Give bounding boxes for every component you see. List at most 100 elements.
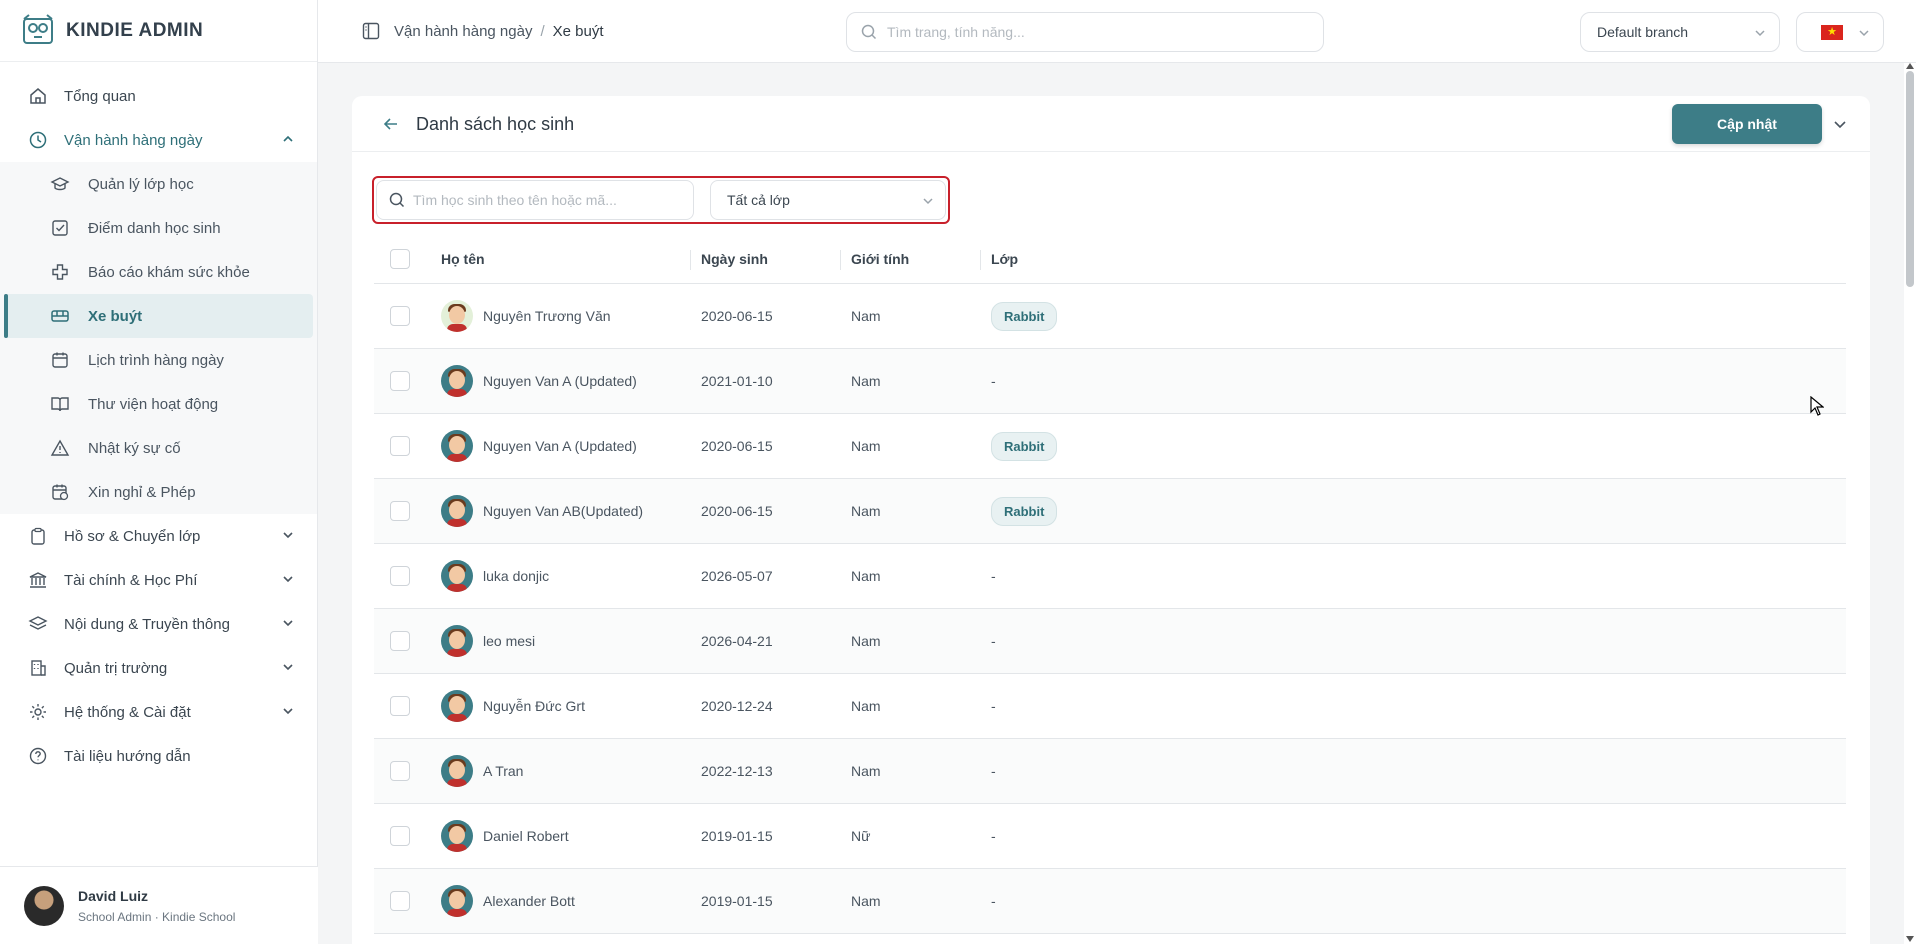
sidebar-item-label: Thư viện hoạt động	[88, 395, 219, 413]
column-header-class[interactable]: Lớp	[991, 251, 1191, 267]
sidebar-item-leave-requests[interactable]: Xin nghỉ & Phép	[0, 470, 317, 514]
table-row[interactable]: Alexander Bott 2019-01-15 Nam -	[374, 869, 1846, 934]
sidebar-item-label: Lịch trình hàng ngày	[88, 351, 224, 369]
student-search[interactable]	[376, 180, 694, 220]
chevron-down-icon	[923, 198, 933, 205]
row-checkbox[interactable]	[390, 696, 410, 716]
student-dob: 2020-12-24	[701, 698, 773, 714]
row-checkbox[interactable]	[390, 761, 410, 781]
student-name: Nguyen Van AB(Updated)	[483, 503, 644, 519]
row-checkbox[interactable]	[390, 891, 410, 911]
class-empty: -	[991, 828, 996, 844]
sidebar-item-content-media[interactable]: Nội dung & Truyền thông	[0, 602, 317, 646]
scroll-up-arrow-icon[interactable]	[1906, 63, 1914, 69]
sidebar-item-label: Quản lý lớp học	[88, 175, 194, 193]
class-empty: -	[991, 893, 996, 909]
sidebar-item-records-transfer[interactable]: Hồ sơ & Chuyển lớp	[0, 514, 317, 558]
table-row[interactable]: Nguyên Trương Văn 2020-06-15 Nam Rabbit	[374, 284, 1846, 349]
user-profile[interactable]: David Luiz School Admin · Kindie School	[0, 866, 318, 944]
table-row[interactable]: A Tran 2022-12-13 Nam -	[374, 739, 1846, 804]
scroll-down-arrow-icon[interactable]	[1906, 936, 1914, 942]
class-empty: -	[991, 633, 996, 649]
sidebar-item-attendance[interactable]: Điểm danh học sinh	[0, 206, 317, 250]
table-row[interactable]: Nguyễn Đức Grt 2020-12-24 Nam -	[374, 674, 1846, 739]
sidebar-toggle-icon[interactable]	[362, 22, 380, 40]
sidebar-item-system-settings[interactable]: Hệ thống & Cài đặt	[0, 690, 317, 734]
student-dob: 2019-01-15	[701, 828, 773, 844]
table-row[interactable]: Nguyen Van AB(Updated) 2020-06-15 Nam Rabbi…	[374, 479, 1846, 544]
global-search[interactable]	[846, 12, 1324, 52]
class-filter-select[interactable]: Tất cả lớp	[710, 180, 946, 220]
table-row[interactable]: luka donjic 2026-05-07 Nam -	[374, 544, 1846, 609]
table-row[interactable]: Nguyen Van A (Updated) 2021-01-10 Nam -	[374, 349, 1846, 414]
breadcrumb-daily-operations[interactable]: Vận hành hàng ngày	[394, 23, 532, 40]
student-avatar	[441, 300, 473, 332]
row-checkbox[interactable]	[390, 501, 410, 521]
student-dob: 2020-06-15	[701, 503, 773, 519]
back-arrow-icon[interactable]	[382, 115, 400, 133]
chevron-down-icon	[283, 620, 293, 627]
row-checkbox[interactable]	[390, 371, 410, 391]
student-avatar	[441, 885, 473, 917]
class-badge: Rabbit	[991, 431, 1058, 461]
sidebar-item-finance[interactable]: Tài chính & Học Phí	[0, 558, 317, 602]
graduation-cap-icon	[50, 177, 70, 191]
brand[interactable]: KINDIE ADMIN	[0, 0, 317, 62]
row-checkbox[interactable]	[390, 566, 410, 586]
sidebar-item-activity-library[interactable]: Thư viện hoạt động	[0, 382, 317, 426]
branch-select[interactable]: Default branch	[1580, 12, 1780, 52]
sidebar-item-overview[interactable]: Tổng quan	[0, 74, 317, 118]
column-header-gender[interactable]: Giới tính	[851, 251, 991, 267]
student-name: Nguyễn Đức Grt	[483, 698, 585, 714]
update-button[interactable]: Cập nhật	[1672, 104, 1822, 144]
table-row[interactable]: leo mesi 2026-04-21 Nam -	[374, 609, 1846, 674]
bus-icon	[51, 310, 69, 322]
chevron-down-icon	[283, 576, 293, 583]
column-header-name[interactable]: Họ tên	[441, 251, 701, 267]
student-gender: Nam	[851, 763, 881, 779]
student-name: Nguyen Van A (Updated)	[483, 373, 637, 389]
student-avatar	[441, 430, 473, 462]
calendar-icon	[52, 352, 68, 368]
sidebar-item-health-report[interactable]: Báo cáo khám sức khỏe	[0, 250, 317, 294]
global-search-input[interactable]	[887, 24, 1307, 40]
student-gender: Nữ	[851, 828, 871, 844]
column-header-dob[interactable]: Ngày sinh	[701, 251, 851, 267]
breadcrumb-current: Xe buýt	[552, 23, 604, 40]
bank-icon	[29, 572, 47, 588]
gear-icon	[30, 704, 46, 720]
row-checkbox[interactable]	[390, 631, 410, 651]
sidebar-item-incident-log[interactable]: Nhật ký sự cố	[0, 426, 317, 470]
student-name: Nguyen Van A (Updated)	[483, 438, 637, 454]
table-row[interactable]: Daniel Robert 2019-01-15 Nữ -	[374, 804, 1846, 869]
class-empty: -	[991, 568, 996, 584]
clock-icon	[29, 131, 47, 149]
sidebar-item-label: Xin nghỉ & Phép	[88, 483, 196, 501]
row-checkbox[interactable]	[390, 306, 410, 326]
scrollbar[interactable]	[1904, 63, 1916, 944]
chevron-down-icon[interactable]	[1832, 116, 1848, 132]
student-name: Nguyên Trương Văn	[483, 308, 611, 324]
row-checkbox[interactable]	[390, 826, 410, 846]
page-title: Danh sách học sinh	[416, 114, 575, 134]
sidebar-item-bus[interactable]: Xe buýt	[4, 294, 313, 338]
student-avatar	[441, 560, 473, 592]
user-name: David Luiz	[78, 887, 149, 904]
sidebar-item-documentation[interactable]: Tài liệu hướng dẫn	[0, 734, 317, 778]
select-all-checkbox[interactable]	[390, 248, 410, 269]
language-select[interactable]: ★	[1796, 12, 1884, 52]
sidebar-item-daily-operations[interactable]: Vận hành hàng ngày	[0, 118, 317, 162]
table-row[interactable]: Nguyen Van A (Updated) 2020-06-15 Nam Rabbi…	[374, 414, 1846, 479]
student-avatar	[441, 755, 473, 787]
student-name: luka donjic	[483, 568, 550, 584]
row-checkbox[interactable]	[390, 436, 410, 456]
student-search-input[interactable]	[413, 192, 683, 208]
table-body: Nguyên Trương Văn 2020-06-15 Nam Rabbit Nguy…	[374, 284, 1846, 934]
sidebar-item-class-management[interactable]: Quản lý lớp học	[0, 162, 317, 206]
student-gender: Nam	[851, 373, 881, 389]
sidebar-item-school-admin[interactable]: Quản trị trường	[0, 646, 317, 690]
sidebar-item-label: Nhật ký sự cố	[88, 439, 181, 457]
sidebar-item-daily-schedule[interactable]: Lịch trình hàng ngày	[0, 338, 317, 382]
breadcrumb-separator: /	[540, 23, 545, 40]
scroll-thumb[interactable]	[1906, 71, 1914, 287]
